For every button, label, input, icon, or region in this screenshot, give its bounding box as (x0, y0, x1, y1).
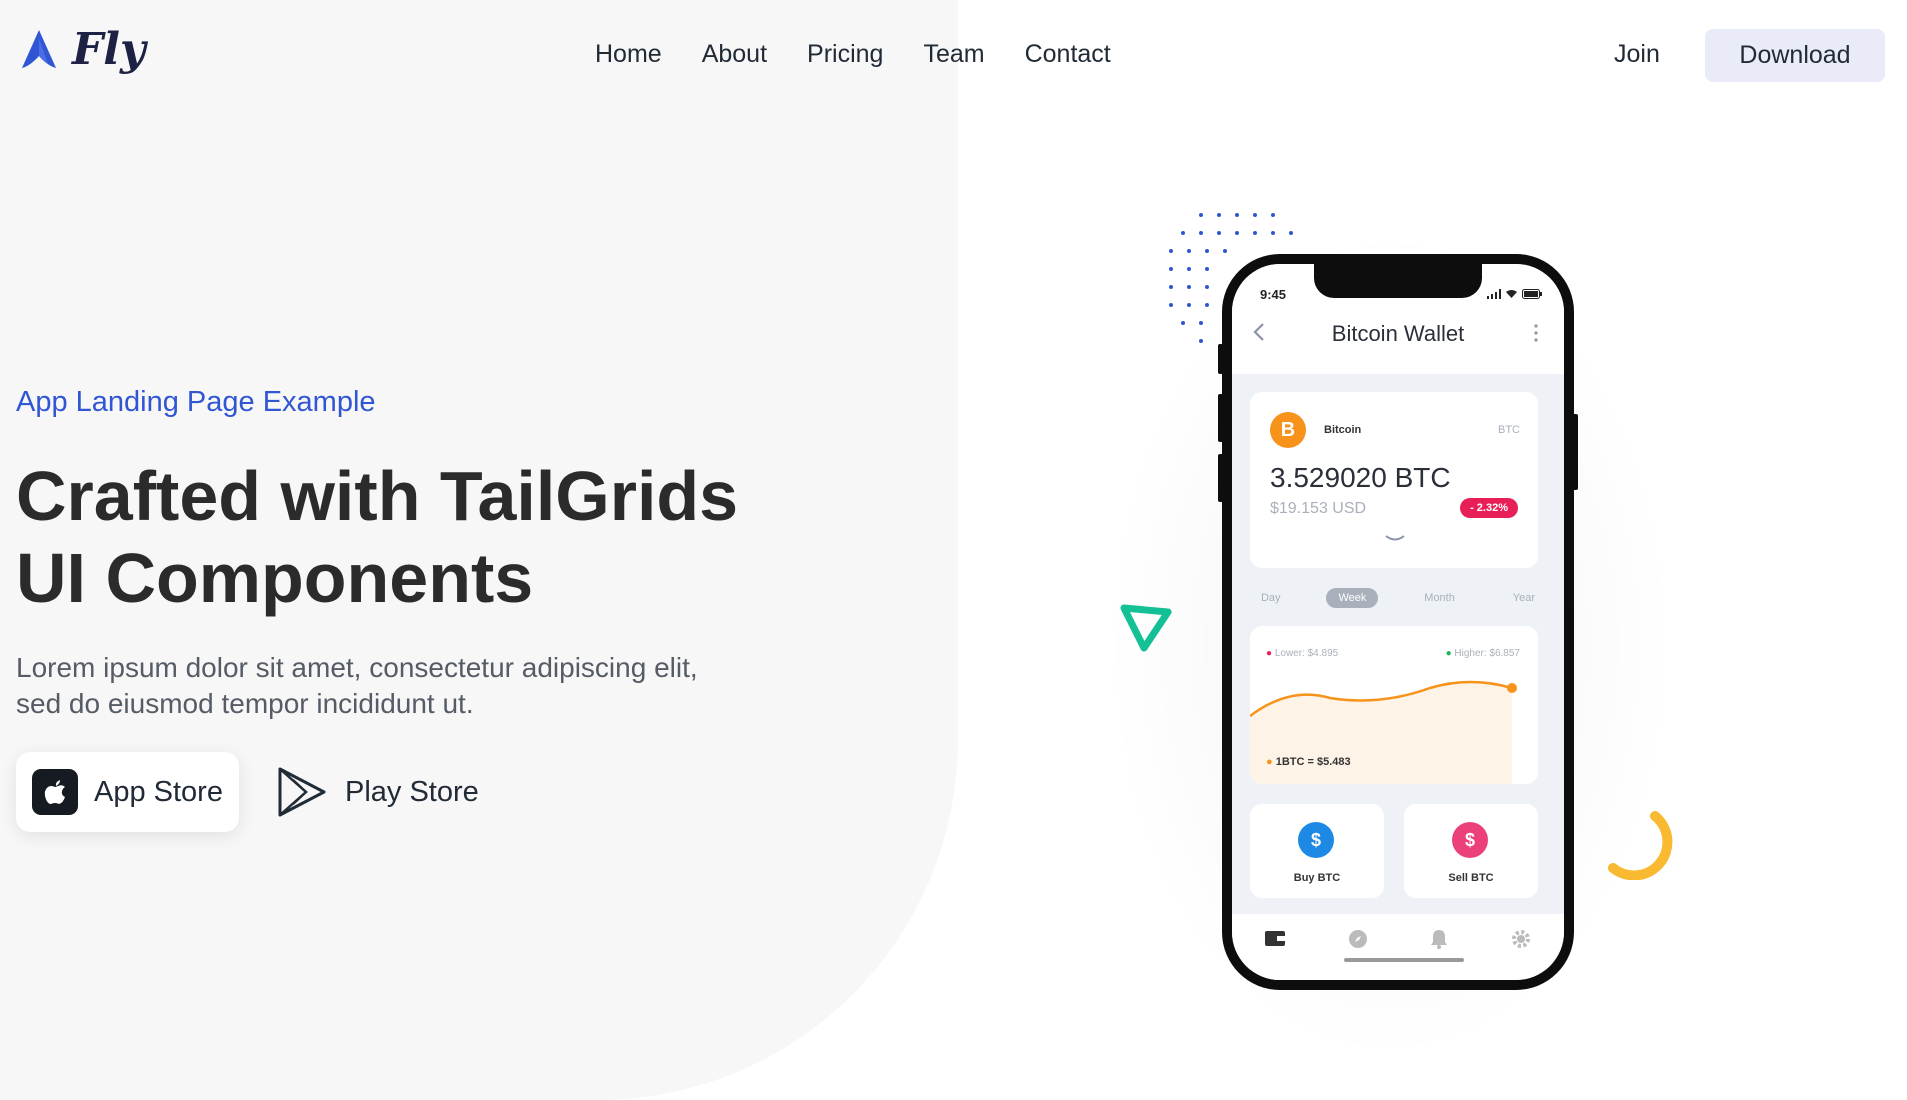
hero-title-line-2: UI Components (16, 539, 534, 617)
store-buttons: App Store Play Store (16, 752, 485, 832)
nav-home[interactable]: Home (595, 40, 662, 69)
app-store-button[interactable]: App Store (16, 752, 239, 832)
period-tabs: Day Week Month Year (1232, 588, 1564, 608)
phone-side-button (1218, 344, 1223, 374)
site-header: Fly Home About Pricing Team Contact Join… (0, 0, 1907, 112)
phone-volume-down (1218, 454, 1223, 502)
more-icon[interactable] (1534, 324, 1538, 342)
phone-notch (1314, 264, 1482, 298)
sell-dollar-icon: $ (1452, 822, 1488, 858)
play-store-label: Play Store (344, 775, 479, 808)
phone-screen: 9:45 Bitcoin Wallet B Bitcoin BTC 3.5290… (1232, 264, 1564, 980)
coin-name: Bitcoin (1324, 424, 1362, 436)
phone-volume-up (1218, 394, 1223, 442)
bell-icon[interactable] (1429, 928, 1449, 950)
logo-text: Fly (72, 24, 146, 75)
tab-year[interactable]: Year (1501, 588, 1547, 608)
rate-text: 1BTC = $5.483 (1275, 756, 1351, 768)
app-store-label: App Store (94, 775, 223, 808)
status-icons (1487, 289, 1542, 299)
tab-week[interactable]: Week (1326, 588, 1379, 608)
phone-mockup: 9:45 Bitcoin Wallet B Bitcoin BTC 3.5290… (1218, 254, 1578, 990)
wifi-icon (1506, 290, 1517, 298)
nav-about[interactable]: About (702, 40, 767, 69)
download-button[interactable]: Download (1705, 29, 1885, 82)
join-link[interactable]: Join (1614, 40, 1660, 69)
hero-tagline: App Landing Page Example (16, 386, 376, 418)
hero-description: Lorem ipsum dolor sit amet, consectetur … (16, 650, 816, 722)
play-store-button[interactable]: Play Store (269, 765, 485, 819)
app-tab-bar (1232, 914, 1564, 980)
price-chart-card: ● Lower: $4.895 ● Higher: $6.857 ● 1BTC … (1250, 626, 1538, 784)
hero-title-line-1: Crafted with TailGrids (16, 457, 739, 535)
logo-icon (22, 29, 56, 68)
wallet-icon[interactable] (1264, 928, 1286, 948)
hero-description-line-2: sed do eiusmod tempor incididunt ut. (16, 688, 474, 719)
status-time: 9:45 (1260, 287, 1287, 302)
nav-team[interactable]: Team (923, 40, 984, 69)
tab-month[interactable]: Month (1412, 588, 1467, 608)
change-badge: - 2.32% (1460, 498, 1518, 518)
sell-btc-label: Sell BTC (1448, 872, 1494, 884)
wallet-balance: 3.529020 BTC (1270, 462, 1451, 493)
battery-icon (1522, 289, 1542, 299)
apple-icon (32, 769, 78, 815)
buy-btc-button[interactable]: $ Buy BTC (1250, 804, 1384, 898)
phone-power-button (1573, 414, 1578, 490)
chevron-down-icon[interactable] (1384, 534, 1406, 544)
hero-title: Crafted with TailGrids UI Components (16, 455, 916, 619)
sell-btc-button[interactable]: $ Sell BTC (1404, 804, 1538, 898)
gear-icon[interactable] (1510, 928, 1532, 950)
play-icon (278, 767, 326, 817)
buy-btc-label: Buy BTC (1293, 872, 1341, 884)
signal-icon (1487, 289, 1501, 299)
usd-value: $19.153 USD (1270, 500, 1367, 517)
buy-dollar-icon: $ (1298, 822, 1334, 858)
home-indicator (1344, 958, 1464, 962)
logo[interactable]: Fly (20, 24, 146, 75)
hero-description-line-1: Lorem ipsum dolor sit amet, consectetur … (16, 652, 698, 683)
tab-bar-icons (1264, 928, 1532, 950)
nav-contact[interactable]: Contact (1025, 40, 1111, 69)
rate-label: ● 1BTC = $5.483 (1266, 756, 1351, 768)
bitcoin-icon: B (1270, 412, 1306, 448)
tab-day[interactable]: Day (1249, 588, 1293, 608)
compass-icon[interactable] (1347, 928, 1369, 950)
app-title: Bitcoin Wallet (1331, 321, 1465, 346)
wallet-card: B Bitcoin BTC 3.529020 BTC $19.153 USD -… (1250, 392, 1538, 568)
coin-symbol: BTC (1498, 424, 1520, 436)
nav-pricing[interactable]: Pricing (807, 40, 883, 69)
main-nav: Home About Pricing Team Contact (595, 40, 1111, 69)
